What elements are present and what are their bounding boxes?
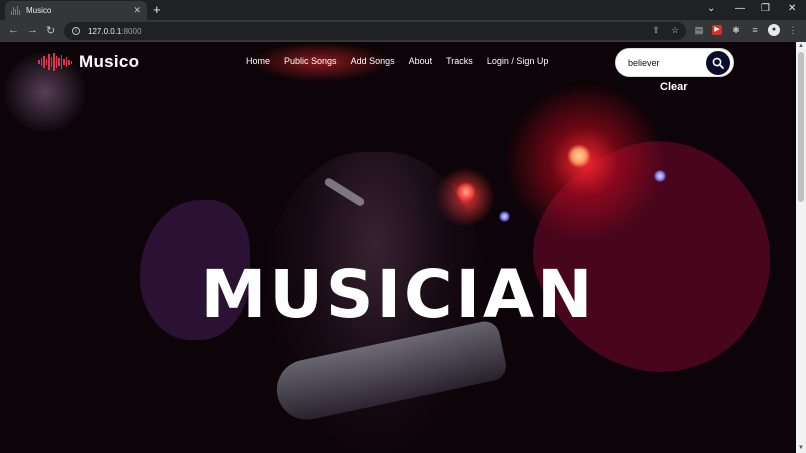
forward-icon[interactable]: → [27,24,38,36]
url-host: 127.0.0.1 [88,26,122,36]
stage-light [654,170,666,182]
main-nav: Home Public Songs Add Songs About Tracks… [246,56,562,66]
clear-button[interactable]: Clear [660,81,688,93]
logo-text: Musico [79,52,140,71]
nav-add-songs[interactable]: Add Songs [351,56,395,66]
search-icon [712,57,724,69]
scrollbar-thumb[interactable] [798,52,804,202]
address-bar[interactable]: i 127.0.0.1:8000 [64,22,686,40]
scroll-up-icon[interactable]: ▲ [798,43,804,49]
nav-login-signup[interactable]: Login / Sign Up [487,56,549,66]
browser-tab[interactable]: Musico ✕ [5,1,147,20]
search-button[interactable] [706,51,730,75]
nav-about[interactable]: About [409,56,433,66]
hero-title: MUSICIAN [200,256,596,333]
close-window-button[interactable]: ✕ [788,3,796,14]
browser-toolbar: ← → ↻ i 127.0.0.1:8000 ⇪ ☆ ▤ ▶ ✱ ≡ ● ⋮ [0,20,806,42]
nav-tracks[interactable]: Tracks [446,56,473,66]
scroll-down-icon[interactable]: ▼ [798,445,804,451]
url-text: 127.0.0.1:8000 [88,27,141,36]
search-box [615,48,734,77]
url-port: :8000 [121,26,142,36]
reload-icon[interactable]: ↻ [46,24,55,37]
menu-icon[interactable]: ⋮ [788,25,798,35]
favicon-icon [11,6,20,15]
nav-public-songs[interactable]: Public Songs [284,56,337,66]
tab-search-icon[interactable]: ⌄ [707,3,715,14]
restore-button[interactable]: ❐ [761,3,770,14]
puzzle-icon[interactable]: ✱ [731,25,741,35]
back-icon[interactable]: ← [8,24,19,36]
reading-list-icon[interactable]: ▤ [694,25,704,35]
share-icon[interactable]: ⇪ [651,25,661,35]
stage-light [499,211,510,222]
nav-home[interactable]: Home [246,56,270,66]
page-scrollbar[interactable]: ▲ ▼ [796,42,806,453]
star-icon[interactable]: ☆ [670,25,680,35]
profile-avatar[interactable]: ● [768,24,780,36]
site-logo[interactable]: Musico [38,52,139,72]
info-icon[interactable]: i [72,27,80,35]
new-tab-button[interactable]: + [153,2,161,17]
search-input[interactable] [628,56,708,70]
page-viewport: Musico Home Public Songs Add Songs About… [0,42,796,453]
extension-icon[interactable]: ▶ [712,25,722,35]
soundwave-logo-icon [38,52,72,72]
media-icon[interactable]: ≡ [750,25,760,35]
minimize-button[interactable]: — [735,3,745,14]
stage-light [567,144,591,168]
browser-tab-bar: Musico ✕ + ⌄ — ❐ ✕ [0,0,806,20]
tab-title: Musico [26,6,52,15]
tab-close-icon[interactable]: ✕ [133,5,141,16]
